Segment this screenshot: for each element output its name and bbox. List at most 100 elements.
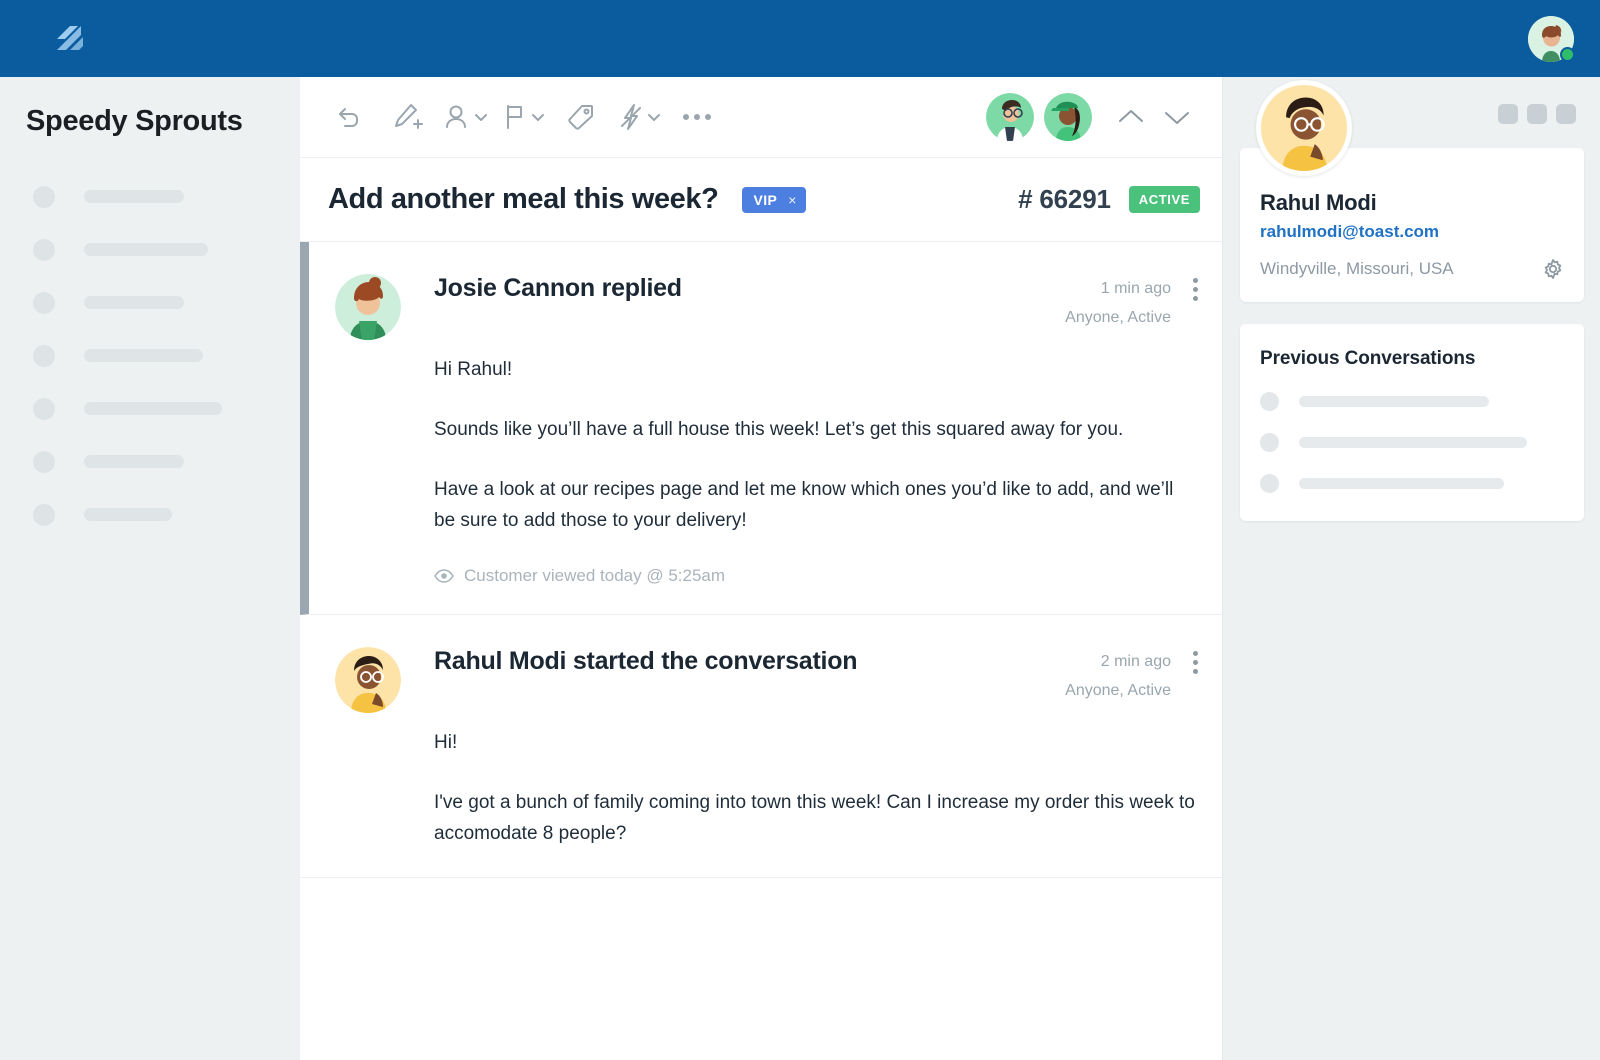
- sidebar-item-label-placeholder: [84, 508, 172, 521]
- message-author: Josie Cannon replied: [434, 272, 682, 303]
- panel-toggle-2[interactable]: [1527, 104, 1547, 124]
- conversation-pane: Add another meal this week? VIP × # 6629…: [300, 77, 1223, 1060]
- list-item-label-placeholder: [1299, 396, 1489, 407]
- list-item-avatar: [1260, 474, 1279, 493]
- message-visibility: Anyone, Active: [1065, 303, 1171, 332]
- sidebar-item-placeholder[interactable]: [0, 223, 300, 276]
- previous-conversations-title: Previous Conversations: [1260, 348, 1564, 370]
- message-item: Rahul Modi started the conversation 2 min…: [300, 615, 1222, 878]
- message-body: Josie Cannon replied 1 min agoAnyone, Act…: [434, 272, 1198, 586]
- page-title: Speedy Sprouts: [26, 105, 300, 138]
- left-sidebar: Speedy Sprouts: [0, 77, 300, 1060]
- conversation-status-badge[interactable]: ACTIVE: [1129, 186, 1200, 213]
- conversation-title: Add another meal this week?: [328, 183, 718, 216]
- sidebar-placeholder-list: [0, 170, 300, 541]
- panel-toggle-1[interactable]: [1498, 104, 1518, 124]
- message-timestamp: 2 min ago: [1065, 647, 1171, 676]
- message-visibility: Anyone, Active: [1065, 676, 1171, 705]
- conversation-toolbar: [300, 77, 1222, 158]
- message-text: Hi Rahul! Sounds like you’ll have a full …: [434, 354, 1198, 536]
- message-paragraph: Have a look at our recipes page and let …: [434, 474, 1198, 536]
- sidebar-item-placeholder[interactable]: [0, 488, 300, 541]
- gear-icon[interactable]: [1542, 258, 1564, 280]
- customer-avatar-icon[interactable]: [335, 647, 401, 713]
- helpscout-logo-icon[interactable]: [24, 17, 68, 61]
- list-item[interactable]: [1260, 474, 1564, 493]
- sidebar-item-placeholder[interactable]: [0, 435, 300, 488]
- message-text: Hi!I've got a bunch of family coming int…: [434, 727, 1198, 849]
- sidebar-item-label-placeholder: [84, 243, 208, 256]
- sidebar-item-placeholder[interactable]: [0, 382, 300, 435]
- list-item-avatar: [1260, 392, 1279, 411]
- next-conversation-button[interactable]: [1154, 94, 1200, 140]
- sidebar-item-label-placeholder: [84, 455, 184, 468]
- message-item: Josie Cannon replied 1 min agoAnyone, Act…: [300, 242, 1222, 615]
- sidebar-item-avatar: [33, 504, 55, 526]
- sidebar-item-placeholder[interactable]: [0, 276, 300, 329]
- eye-icon: [434, 569, 454, 583]
- reply-area[interactable]: [300, 878, 1222, 998]
- tag-icon[interactable]: [558, 94, 604, 140]
- message-paragraph: Sounds like you’ll have a full house thi…: [434, 414, 1198, 445]
- list-item-label-placeholder: [1299, 437, 1527, 448]
- sidebar-item-label-placeholder: [84, 190, 184, 203]
- message-timestamp: 1 min ago: [1065, 274, 1171, 303]
- panel-toggle-3[interactable]: [1556, 104, 1576, 124]
- undo-icon[interactable]: [326, 94, 372, 140]
- sidebar-item-avatar: [33, 292, 55, 314]
- customer-email[interactable]: rahulmodi@toast.com: [1260, 222, 1564, 242]
- read-receipt-text: Customer viewed today @ 5:25am: [464, 566, 725, 586]
- sidebar-item-label-placeholder: [84, 349, 203, 362]
- avatar[interactable]: [1528, 16, 1574, 62]
- panel-toggle-buttons: [1498, 104, 1576, 124]
- app-header: [0, 0, 1600, 77]
- agent-avatar-icon[interactable]: [335, 274, 401, 340]
- list-item-avatar: [1260, 433, 1279, 452]
- edit-note-icon[interactable]: [384, 94, 430, 140]
- status-badge[interactable]: VIP ×: [742, 187, 805, 213]
- customer-location: Windyville, Missouri, USA: [1260, 259, 1454, 279]
- workflow-bolt-icon[interactable]: [616, 94, 662, 140]
- sidebar-item-label-placeholder: [84, 296, 184, 309]
- close-icon[interactable]: ×: [788, 192, 797, 208]
- customer-avatar-icon[interactable]: [1256, 80, 1352, 176]
- sidebar-item-placeholder[interactable]: [0, 170, 300, 223]
- customer-location-row: Windyville, Missouri, USA: [1260, 258, 1564, 280]
- vip-tag-label: VIP: [753, 192, 777, 208]
- more-options-icon[interactable]: [674, 94, 720, 140]
- conversation-header: Add another meal this week? VIP × # 6629…: [300, 158, 1222, 242]
- message-thread: Josie Cannon replied1 min agoAnyone, Act…: [300, 242, 1222, 878]
- customer-card: Rahul Modi rahulmodi@toast.com Windyvill…: [1240, 148, 1584, 302]
- message-meta: 2 min agoAnyone, Active: [1065, 645, 1171, 705]
- flag-status-icon[interactable]: [500, 94, 546, 140]
- previous-conversation-button[interactable]: [1108, 94, 1154, 140]
- message-options-icon[interactable]: [1193, 645, 1198, 674]
- list-item-label-placeholder: [1299, 478, 1504, 489]
- sidebar-item-avatar: [33, 345, 55, 367]
- list-item[interactable]: [1260, 433, 1564, 452]
- message-header: Rahul Modi started the conversation 2 min…: [434, 645, 1198, 705]
- list-item[interactable]: [1260, 392, 1564, 411]
- message-read-receipt: Customer viewed today @ 5:25am: [434, 566, 1198, 586]
- previous-conversations-card: Previous Conversations: [1240, 324, 1584, 521]
- message-meta: 1 min agoAnyone, Active: [1065, 272, 1171, 332]
- message-author: Rahul Modi started the conversation: [434, 645, 857, 676]
- assignee-avatar-1[interactable]: [986, 93, 1034, 141]
- message-options-icon[interactable]: [1193, 272, 1198, 301]
- conversation-number: # 66291: [1018, 184, 1111, 215]
- sidebar-item-avatar: [33, 186, 55, 208]
- sidebar-item-avatar: [33, 398, 55, 420]
- sidebar-item-avatar: [33, 239, 55, 261]
- message-body: Rahul Modi started the conversation 2 min…: [434, 645, 1198, 849]
- assign-person-icon[interactable]: [442, 94, 488, 140]
- assignee-avatar-2[interactable]: [1044, 93, 1092, 141]
- sidebar-item-label-placeholder: [84, 402, 222, 415]
- previous-conversations-list: [1260, 392, 1564, 493]
- customer-sidebar: Rahul Modi rahulmodi@toast.com Windyvill…: [1224, 77, 1600, 1060]
- message-paragraph: Hi Rahul!: [434, 354, 1198, 385]
- assignee-avatars: [986, 93, 1092, 141]
- sidebar-item-placeholder[interactable]: [0, 329, 300, 382]
- message-paragraph: Hi!: [434, 727, 1198, 758]
- status-badge: [1560, 47, 1575, 62]
- sidebar-item-avatar: [33, 451, 55, 473]
